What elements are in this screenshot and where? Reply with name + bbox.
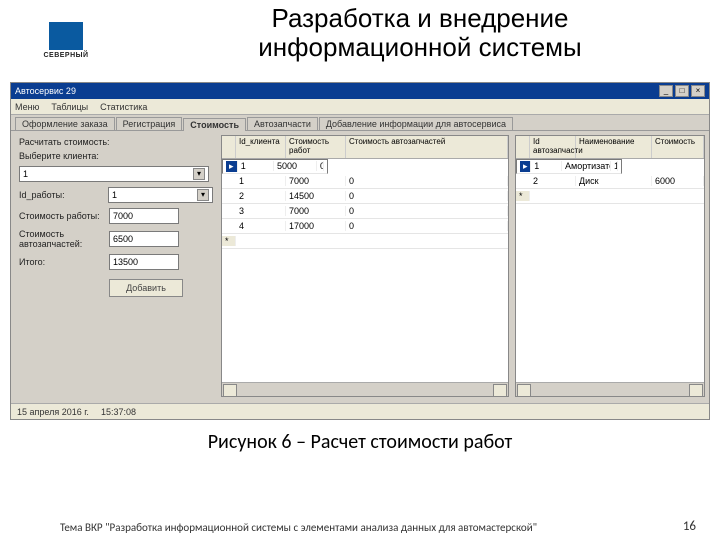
slide-title-line1: Разработка и внедрение xyxy=(271,3,568,33)
form-panel: Расчитать стоимость: Выберите клиента: 1… xyxy=(11,131,221,401)
client-select[interactable]: 1 ▾ xyxy=(19,166,209,182)
add-button[interactable]: Добавить xyxy=(109,279,183,297)
col-id: Id_клиента xyxy=(236,136,286,158)
scrollbar-h[interactable] xyxy=(222,382,508,396)
work-value: 1 xyxy=(112,190,117,200)
slide-footer: Тема ВКР "Разработка информационной сист… xyxy=(60,521,537,534)
table-row[interactable]: ▸1Амортизатор1400 xyxy=(516,159,622,174)
col-work-cost: Стоимость работ xyxy=(286,136,346,158)
cost-label: Стоимость работы: xyxy=(19,211,109,221)
table-row[interactable]: ▸150000 xyxy=(222,159,328,174)
col-part-id: Id автозапчасти xyxy=(530,136,576,158)
logo: СЕВЕРНЫЙ xyxy=(36,22,96,70)
scrollbar-h[interactable] xyxy=(516,382,704,396)
table-row[interactable]: 370000 xyxy=(222,204,508,219)
slide-title-line2: информационной системы xyxy=(258,32,582,62)
tab-order[interactable]: Оформление заказа xyxy=(15,117,115,130)
figure-caption: Рисунок 6 – Расчет стоимости работ xyxy=(0,430,720,454)
status-date: 15 апреля 2016 г. xyxy=(17,407,89,417)
tab-cost[interactable]: Стоимость xyxy=(183,118,246,131)
window-title: Автосервис 29 xyxy=(15,86,76,96)
menubar: Меню Таблицы Статистика xyxy=(11,99,709,115)
grid-works-rows: ▸150000 170000 2145000 370000 4170000 * xyxy=(222,159,508,382)
table-row-new[interactable]: * xyxy=(222,234,508,249)
cost-input[interactable] xyxy=(109,208,179,224)
col-part-cost: Стоимость xyxy=(652,136,704,158)
grid-works-header: Id_клиента Стоимость работ Стоимость авт… xyxy=(222,136,508,159)
menu-item[interactable]: Меню xyxy=(15,102,39,112)
table-row-new[interactable]: * xyxy=(516,189,704,204)
workarea: Расчитать стоимость: Выберите клиента: 1… xyxy=(11,131,709,401)
status-time: 15:37:08 xyxy=(101,407,136,417)
menu-item[interactable]: Таблицы xyxy=(51,102,88,112)
grids: Id_клиента Стоимость работ Стоимость авт… xyxy=(221,131,709,401)
chevron-down-icon: ▾ xyxy=(197,189,209,201)
page-number: 16 xyxy=(683,519,696,534)
col-parts-cost: Стоимость автозапчастей xyxy=(346,136,508,158)
group-title: Расчитать стоимость: xyxy=(19,137,213,147)
table-row[interactable]: 2145000 xyxy=(222,189,508,204)
table-row[interactable]: 170000 xyxy=(222,174,508,189)
tab-registration[interactable]: Регистрация xyxy=(116,117,183,130)
work-label: Id_работы: xyxy=(19,190,108,200)
close-button[interactable]: × xyxy=(691,85,705,97)
parts-cost-label: Стоимость автозапчастей: xyxy=(19,229,109,249)
parts-cost-input[interactable] xyxy=(109,231,179,247)
col-part-name: Наименование xyxy=(576,136,652,158)
grid-parts: Id автозапчасти Наименование Стоимость ▸… xyxy=(515,135,705,397)
total-label: Итого: xyxy=(19,257,109,267)
client-value: 1 xyxy=(23,169,28,179)
grid-parts-rows: ▸1Амортизатор1400 2Диск6000 * xyxy=(516,159,704,382)
menu-item[interactable]: Статистика xyxy=(100,102,147,112)
grid-works: Id_клиента Стоимость работ Стоимость авт… xyxy=(221,135,509,397)
logo-text: СЕВЕРНЫЙ xyxy=(36,52,96,59)
maximize-button[interactable]: □ xyxy=(675,85,689,97)
client-label: Выберите клиента: xyxy=(19,151,109,161)
grid-parts-header: Id автозапчасти Наименование Стоимость xyxy=(516,136,704,159)
minimize-button[interactable]: _ xyxy=(659,85,673,97)
slide-title: Разработка и внедрение информационной си… xyxy=(120,4,720,61)
logo-cube xyxy=(49,22,83,50)
statusbar: 15 апреля 2016 г. 15:37:08 xyxy=(11,403,709,419)
titlebar: Автосервис 29 _ □ × xyxy=(11,83,709,99)
work-select[interactable]: 1 ▾ xyxy=(108,187,213,203)
app-window: Автосервис 29 _ □ × Меню Таблицы Статист… xyxy=(10,82,710,420)
table-row[interactable]: 4170000 xyxy=(222,219,508,234)
chevron-down-icon: ▾ xyxy=(193,168,205,180)
tab-parts[interactable]: Автозапчасти xyxy=(247,117,318,130)
total-input[interactable] xyxy=(109,254,179,270)
tabstrip: Оформление заказа Регистрация Стоимость … xyxy=(11,115,709,131)
table-row[interactable]: 2Диск6000 xyxy=(516,174,704,189)
tab-add-info[interactable]: Добавление информации для автосервиса xyxy=(319,117,513,130)
